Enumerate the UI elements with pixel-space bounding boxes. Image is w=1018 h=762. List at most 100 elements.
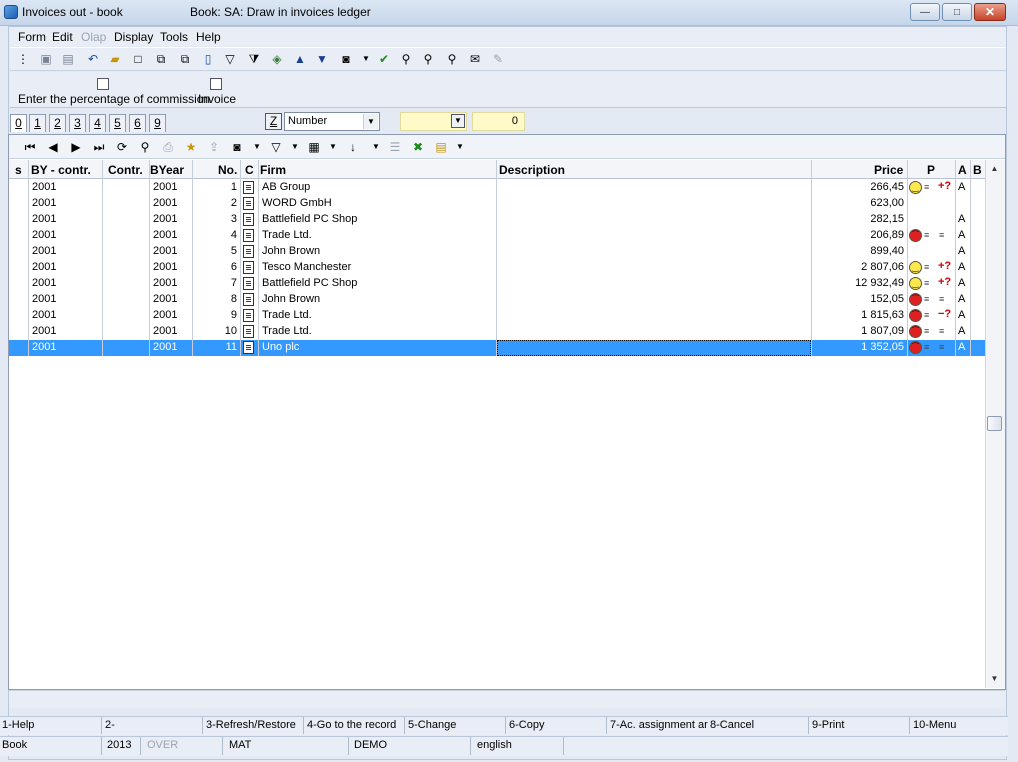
tab-3[interactable]: 3 bbox=[69, 114, 86, 132]
app-icon[interactable] bbox=[4, 5, 18, 19]
tab-0[interactable]: 0 bbox=[10, 114, 27, 132]
column-c[interactable]: C bbox=[245, 163, 254, 177]
fkey-cancel[interactable]: 8-Cancel bbox=[710, 719, 754, 731]
maximize-button[interactable]: □ bbox=[942, 3, 972, 21]
camera-icon[interactable]: ◙ bbox=[229, 140, 245, 154]
columns-dropdown-icon[interactable]: ▼ bbox=[325, 140, 341, 154]
open-folder-icon[interactable]: ▰ bbox=[107, 52, 123, 66]
table-row[interactable]: 2001 2001 8 John Brown 152,05 A ⁀ ≡ ≡ bbox=[9, 292, 985, 308]
tab-4[interactable]: 4 bbox=[89, 114, 106, 132]
search-icon[interactable]: ⚲ bbox=[137, 140, 153, 154]
previous-record-icon[interactable]: ◀ bbox=[45, 140, 61, 154]
document-icon[interactable] bbox=[243, 197, 254, 210]
filter-icon[interactable]: ▽ bbox=[222, 52, 238, 66]
close-button[interactable]: ✕ bbox=[974, 3, 1006, 21]
table-row[interactable]: 2001 2001 2 WORD GmbH 623,00 bbox=[9, 196, 985, 212]
notes-icon[interactable]: ▤ bbox=[433, 140, 449, 154]
column-no[interactable]: No. bbox=[218, 163, 237, 177]
table-row[interactable]: 2001 2001 5 John Brown 899,40 A bbox=[9, 244, 985, 260]
focused-cell[interactable] bbox=[497, 340, 811, 356]
book-icon[interactable]: ▯ bbox=[200, 52, 216, 66]
menu-help[interactable]: Help bbox=[196, 30, 221, 44]
filter-document-icon[interactable]: ⧩ bbox=[246, 52, 262, 66]
copy-document-icon[interactable]: ⧉ bbox=[153, 52, 169, 66]
duplicate-icon[interactable]: ⧉ bbox=[177, 52, 193, 66]
column-byear[interactable]: BYear bbox=[150, 163, 184, 177]
fkey-ac-assignment[interactable]: 7-Ac. assignment ar bbox=[610, 719, 708, 731]
menu-display[interactable]: Display bbox=[114, 30, 153, 44]
document-icon[interactable] bbox=[243, 293, 254, 306]
first-record-icon[interactable]: ⏮ bbox=[22, 140, 38, 154]
document-icon[interactable] bbox=[243, 213, 254, 226]
column-a[interactable]: A bbox=[958, 163, 967, 177]
layers-icon[interactable]: ◈ bbox=[269, 52, 285, 66]
value-dropdown-icon[interactable]: ▼ bbox=[451, 114, 465, 128]
fkey-menu[interactable]: 10-Menu bbox=[913, 719, 956, 731]
column-firm[interactable]: Firm bbox=[260, 163, 286, 177]
camera-icon[interactable]: ◙ bbox=[338, 52, 354, 66]
column-b[interactable]: B bbox=[973, 163, 982, 177]
table-row[interactable]: 2001 2001 7 Battlefield PC Shop 12 932,49 A ‿ ≡… bbox=[9, 276, 985, 292]
table-row[interactable]: 2001 2001 3 Battlefield PC Shop 282,15 A bbox=[9, 212, 985, 228]
menu-edit[interactable]: Edit bbox=[52, 30, 73, 44]
z-button[interactable]: Z bbox=[265, 113, 282, 130]
commission-icon[interactable] bbox=[97, 78, 109, 90]
document-icon[interactable] bbox=[243, 181, 254, 194]
last-record-icon[interactable]: ⏭ bbox=[91, 140, 107, 154]
fkey-2[interactable]: 2- bbox=[105, 719, 115, 731]
fkey-goto-record[interactable]: 4-Go to the record bbox=[307, 719, 396, 731]
document-icon[interactable] bbox=[243, 341, 254, 354]
tab-6[interactable]: 6 bbox=[129, 114, 146, 132]
table-row[interactable]: 2001 2001 10 Trade Ltd. 1 807,09 A ⁀ ≡ ≡ bbox=[9, 324, 985, 340]
column-by-contr[interactable]: BY - contr. bbox=[31, 163, 91, 177]
tab-9[interactable]: 9 bbox=[149, 114, 166, 132]
next-record-icon[interactable]: ▶ bbox=[68, 140, 84, 154]
column-description[interactable]: Description bbox=[499, 163, 565, 177]
column-s[interactable]: s bbox=[15, 163, 22, 177]
column-price[interactable]: Price bbox=[874, 163, 903, 177]
filter-icon[interactable]: ▽ bbox=[268, 140, 284, 154]
notes-dropdown-icon[interactable]: ▼ bbox=[452, 140, 468, 154]
chevron-down-icon[interactable]: ▼ bbox=[363, 114, 378, 129]
fkey-help[interactable]: 1-Help bbox=[2, 719, 34, 731]
fkey-print[interactable]: 9-Print bbox=[812, 719, 844, 731]
menu-tools[interactable]: Tools bbox=[160, 30, 188, 44]
camera-dropdown-icon[interactable]: ▼ bbox=[358, 52, 374, 66]
check-icon[interactable]: ✔ bbox=[376, 52, 392, 66]
invoice-button[interactable]: Invoice bbox=[198, 92, 236, 106]
sort-icon[interactable]: ↓ bbox=[345, 140, 361, 154]
refresh-icon[interactable]: ⟳ bbox=[114, 140, 130, 154]
menu-form[interactable]: Form bbox=[18, 30, 46, 44]
tab-2[interactable]: 2 bbox=[49, 114, 66, 132]
find-replace-icon[interactable]: ⚲ bbox=[444, 52, 460, 66]
table-row[interactable]: 2001 2001 6 Tesco Manchester 2 807,06 A ‿ ≡ +? bbox=[9, 260, 985, 276]
excel-icon[interactable]: ✖ bbox=[410, 140, 426, 154]
invoice-icon[interactable] bbox=[210, 78, 222, 90]
find-icon[interactable]: ⚲ bbox=[398, 52, 414, 66]
document-icon[interactable] bbox=[243, 229, 254, 242]
find-next-icon[interactable]: ⚲ bbox=[420, 52, 436, 66]
column-p[interactable]: P bbox=[927, 163, 935, 177]
mail-icon[interactable]: ✉ bbox=[467, 52, 483, 66]
tab-5[interactable]: 5 bbox=[109, 114, 126, 132]
columns-icon[interactable]: ▦ bbox=[306, 140, 322, 154]
scroll-thumb[interactable] bbox=[987, 416, 1002, 431]
sort-dropdown-icon[interactable]: ▼ bbox=[368, 140, 384, 154]
filter-dropdown-icon[interactable]: ▼ bbox=[287, 140, 303, 154]
scroll-up-icon[interactable]: ▲ bbox=[987, 162, 1002, 176]
column-contr[interactable]: Contr. bbox=[108, 163, 143, 177]
move-down-icon[interactable]: ▼ bbox=[314, 52, 330, 66]
fkey-change[interactable]: 5-Change bbox=[408, 719, 456, 731]
document-icon[interactable] bbox=[243, 261, 254, 274]
document-icon[interactable] bbox=[243, 277, 254, 290]
commission-button[interactable]: Enter the percentage of commission bbox=[18, 92, 210, 106]
favorite-icon[interactable]: ★ bbox=[183, 140, 199, 154]
document-icon[interactable] bbox=[243, 309, 254, 322]
move-up-icon[interactable]: ▲ bbox=[292, 52, 308, 66]
undo-icon[interactable]: ↶ bbox=[85, 52, 101, 66]
tree-icon[interactable]: ⋮ bbox=[15, 52, 31, 66]
fkey-copy[interactable]: 6-Copy bbox=[509, 719, 544, 731]
table-row[interactable]: 2001 2001 1 AB Group 266,45 A ‿ ≡ +? bbox=[9, 180, 985, 196]
minimize-button[interactable]: — bbox=[910, 3, 940, 21]
table-row[interactable]: 2001 2001 9 Trade Ltd. 1 815,63 A ⁀ ≡ −? bbox=[9, 308, 985, 324]
